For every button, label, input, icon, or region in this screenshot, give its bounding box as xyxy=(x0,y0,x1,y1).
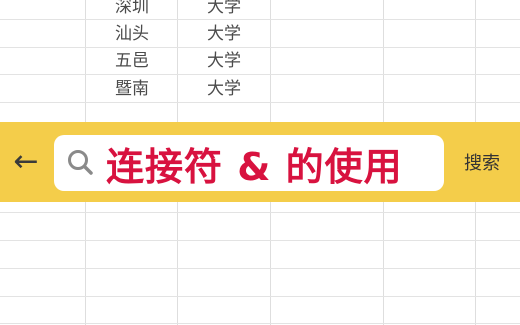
arrow-left-icon[interactable]: ← xyxy=(6,142,46,182)
cell-name[interactable]: 深圳 xyxy=(86,0,178,21)
cell-name[interactable]: 暨南 xyxy=(86,76,178,103)
cell-type[interactable]: 大学 xyxy=(178,48,270,75)
cell-name[interactable]: 五邑 xyxy=(86,48,178,75)
cell-name[interactable]: 汕头 xyxy=(86,21,178,48)
magnifier-icon xyxy=(68,150,93,175)
row-divider xyxy=(0,296,520,297)
cell-type[interactable]: 大学 xyxy=(178,76,270,103)
search-button[interactable]: 搜索 xyxy=(452,150,512,178)
cell-type[interactable]: 大学 xyxy=(178,21,270,48)
cell-type[interactable]: 大学 xyxy=(178,0,270,21)
row-divider xyxy=(0,323,520,324)
search-input[interactable]: 连接符 & 的使用 xyxy=(54,135,444,191)
search-bar: ← 连接符 & 的使用 搜索 xyxy=(0,122,520,202)
table-row: 汕头 大学 xyxy=(0,21,520,48)
row-divider xyxy=(0,268,520,269)
search-query-text: 连接符 & 的使用 xyxy=(106,144,403,189)
table-row: 五邑 大学 xyxy=(0,48,520,75)
table-row: 深圳 大学 xyxy=(0,0,520,21)
row-divider xyxy=(0,240,520,241)
row-divider xyxy=(0,212,520,213)
spreadsheet-screen: 深圳 大学 汕头 大学 五邑 大学 暨南 大学 ← 连接符 & 的使用 搜索 xyxy=(0,0,520,325)
table-row: 暨南 大学 xyxy=(0,76,520,103)
